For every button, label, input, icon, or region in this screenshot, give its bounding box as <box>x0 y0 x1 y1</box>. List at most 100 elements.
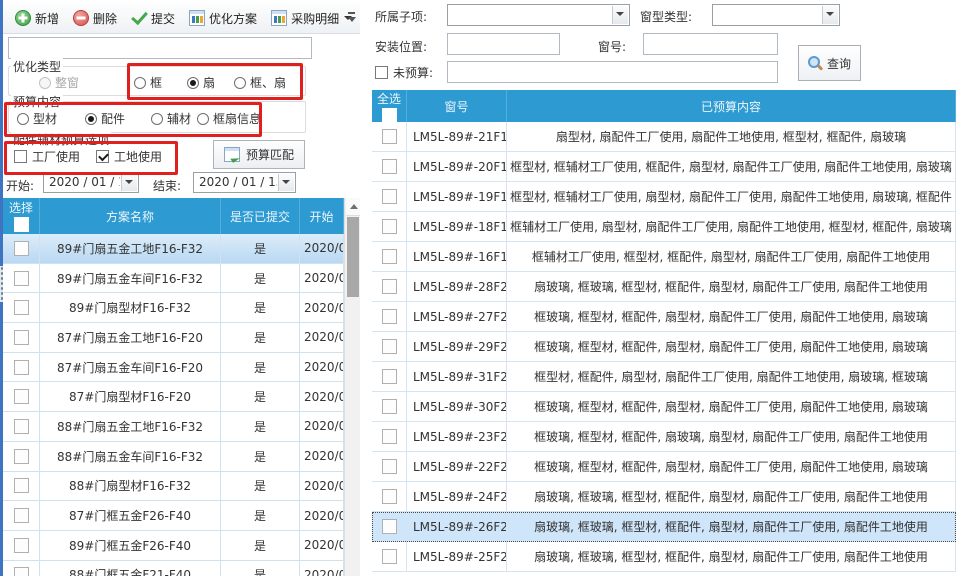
checkbox-option[interactable]: 工地使用 <box>96 148 162 165</box>
row-checkbox[interactable] <box>14 360 29 375</box>
radio-option[interactable]: 框 <box>134 74 162 91</box>
row-checkbox[interactable] <box>14 419 29 434</box>
table-row[interactable]: LM5L-89#-21F19 扇型材, 扇配件工厂使用, 扇配件工地使用, 框型… <box>372 122 956 152</box>
row-checkbox[interactable] <box>382 399 397 414</box>
table-row[interactable]: 88#门扇五金车间F16-F32 是 2020/0 <box>3 442 344 472</box>
row-checkbox[interactable] <box>382 519 397 534</box>
radio-option[interactable]: 框扇信息 <box>197 110 261 127</box>
row-checkbox[interactable] <box>382 549 397 564</box>
table-row[interactable]: LM5L-89#-20F18 框型材, 框辅材工厂使用, 框配件, 扇型材, 扇… <box>372 152 956 182</box>
row-checkbox[interactable] <box>382 489 397 504</box>
chevron-down-icon[interactable] <box>121 174 137 191</box>
window-type-select[interactable] <box>712 4 840 26</box>
table-row[interactable]: LM5L-89#-16F15 框辅材工厂使用, 框型材, 框配件, 扇型材, 扇… <box>372 242 956 272</box>
table-row[interactable]: LM5L-89#-18F16 框辅材工厂使用, 扇型材, 扇配件工厂使用, 扇配… <box>372 212 956 242</box>
checkbox-option[interactable]: 工厂使用 <box>14 148 80 165</box>
install-position-input[interactable] <box>447 33 560 55</box>
plan-table-scrollbar[interactable] <box>344 198 360 576</box>
row-checkbox[interactable] <box>382 309 397 324</box>
radio-option[interactable]: 辅材 <box>151 110 191 127</box>
row-checkbox[interactable] <box>14 271 29 286</box>
radio-option[interactable]: 整窗 <box>39 74 79 91</box>
budget-match-button[interactable]: 预算匹配 <box>213 140 305 169</box>
row-checkbox[interactable] <box>14 330 29 345</box>
table-row[interactable]: 88#门框五金F21-F40 是 2020/0 <box>3 561 344 576</box>
radio-option[interactable]: 框、扇 <box>234 74 286 91</box>
toolbar-overflow-button[interactable] <box>346 9 358 27</box>
chevron-down-icon[interactable] <box>822 6 838 24</box>
table-row[interactable]: 87#门框五金F26-F40 是 2020/0 <box>3 501 344 531</box>
row-checkbox[interactable] <box>14 478 29 493</box>
row-checkbox[interactable] <box>382 429 397 444</box>
row-checkbox[interactable] <box>14 538 29 553</box>
row-checkbox[interactable] <box>382 129 397 144</box>
row-checkbox[interactable] <box>382 459 397 474</box>
table-row[interactable]: 89#门扇型材F16-F32 是 2020/0 <box>3 293 344 323</box>
select-all-checkbox[interactable] <box>382 108 397 123</box>
budgeted-content-cell: 框型材, 框配件, 扇型材, 扇配件工厂使用, 扇配件工地使用, 扇玻璃, 框玻… <box>507 362 956 391</box>
table-row[interactable]: LM5L-89#-28F26 扇玻璃, 框玻璃, 框型材, 框配件, 扇型材, … <box>372 272 956 302</box>
row-checkbox[interactable] <box>382 249 397 264</box>
table-row[interactable]: 89#门扇五金工地F16-F32 是 2020/0 <box>3 234 344 264</box>
table-row[interactable]: 87#门扇型材F16-F20 是 2020/0 <box>3 382 344 412</box>
row-checkbox[interactable] <box>14 508 29 523</box>
window-no-input[interactable] <box>643 33 778 55</box>
row-checkbox[interactable] <box>14 300 29 315</box>
query-button[interactable]: 查询 <box>798 45 861 81</box>
no-budget-input[interactable] <box>447 61 778 83</box>
table-row[interactable]: 88#门扇型材F16-F32 是 2020/0 <box>3 472 344 502</box>
table-row[interactable]: LM5L-89#-19F17 框型材, 框辅材工厂使用, 扇型材, 扇配件工厂使… <box>372 182 956 212</box>
toolbar-button-label: 提交 <box>151 10 175 27</box>
checkbox-label: 工厂使用 <box>32 148 80 165</box>
row-checkbox[interactable] <box>14 449 29 464</box>
toolbar-button[interactable]: 优化方案 <box>183 7 263 30</box>
table-row[interactable]: LM5L-89#-31F29 框型材, 框配件, 扇型材, 扇配件工厂使用, 扇… <box>372 362 956 392</box>
table-row[interactable]: LM5L-89#-25F23 扇玻璃, 框玻璃, 框型材, 框配件, 扇型材, … <box>372 542 956 572</box>
table-row[interactable]: LM5L-89#-29F27 框玻璃, 框型材, 框配件, 扇型材, 扇配件工厂… <box>372 332 956 362</box>
window-panel: 所属子项: 窗型类型: 安装位置: 窗号: 查询 未预算: 全选 <box>372 0 956 576</box>
toolbar-button[interactable]: 删除 <box>67 7 123 30</box>
row-checkbox[interactable] <box>382 219 397 234</box>
radio-option[interactable]: 型材 <box>17 110 57 127</box>
row-checkbox[interactable] <box>382 279 397 294</box>
chevron-down-icon[interactable] <box>278 174 294 191</box>
date-end-picker[interactable]: 2020 / 01 / 13 <box>193 172 296 193</box>
window-no-cell: LM5L-89#-19F17 <box>407 182 507 211</box>
scrollbar-thumb[interactable] <box>347 217 359 297</box>
plan-name-cell: 88#门扇五金工地F16-F32 <box>40 412 221 441</box>
table-row[interactable]: LM5L-89#-24F22 扇玻璃, 框玻璃, 框型材, 框配件, 扇型材, … <box>372 482 956 512</box>
table-row[interactable]: 89#门扇五金车间F16-F32 是 2020/0 <box>3 264 344 294</box>
toolbar-button[interactable]: 采购明细 <box>265 7 358 30</box>
table-row[interactable]: 87#门扇五金车间F16-F20 是 2020/0 <box>3 353 344 383</box>
select-all-checkbox[interactable] <box>14 217 29 232</box>
table-row[interactable]: LM5L-89#-23F21 框玻璃, 框型材, 框配件, 扇玻璃, 扇型材, … <box>372 422 956 452</box>
sub-item-select[interactable] <box>447 4 630 26</box>
plan-filter-input[interactable] <box>8 37 312 59</box>
table-row[interactable]: 88#门扇五金工地F16-F32 是 2020/0 <box>3 412 344 442</box>
table-row[interactable]: LM5L-89#-22F20 框玻璃, 框型材, 框配件, 扇型材, 扇配件工厂… <box>372 452 956 482</box>
row-checkbox[interactable] <box>14 567 29 576</box>
toolbar-button[interactable]: 新增 <box>9 7 65 30</box>
chevron-down-icon[interactable] <box>612 6 628 24</box>
row-checkbox[interactable] <box>382 339 397 354</box>
window-no-cell: LM5L-89#-30F28 <box>407 392 507 421</box>
start-date-cell: 2020/0 <box>300 293 344 322</box>
table-row[interactable]: LM5L-89#-27F25 框玻璃, 框型材, 框配件, 扇型材, 扇配件工厂… <box>372 302 956 332</box>
radio-option[interactable]: 配件 <box>85 110 125 127</box>
table-row[interactable]: LM5L-89#-30F28 框玻璃, 框型材, 框配件, 扇型材, 扇配件工厂… <box>372 392 956 422</box>
table-row[interactable]: 89#门框五金F26-F40 是 2020/0 <box>3 531 344 561</box>
toolbar-button[interactable]: 提交 <box>125 7 181 30</box>
row-checkbox[interactable] <box>14 241 29 256</box>
row-checkbox[interactable] <box>14 389 29 404</box>
radio-icon <box>151 113 163 125</box>
no-budget-checkbox[interactable]: 未预算: <box>375 64 433 81</box>
radio-option[interactable]: 扇 <box>187 74 215 91</box>
row-checkbox[interactable] <box>382 369 397 384</box>
row-checkbox[interactable] <box>382 159 397 174</box>
table-row[interactable]: 87#门扇五金工地F16-F20 是 2020/0 <box>3 323 344 353</box>
table-row[interactable]: LM5L-89#-26F24 扇玻璃, 框玻璃, 框型材, 框配件, 扇型材, … <box>372 512 956 542</box>
row-checkbox[interactable] <box>382 189 397 204</box>
date-start-picker[interactable]: 2020 / 01 / 1 <box>43 172 139 193</box>
search-icon <box>808 56 823 71</box>
scroll-up-icon[interactable] <box>346 198 360 216</box>
